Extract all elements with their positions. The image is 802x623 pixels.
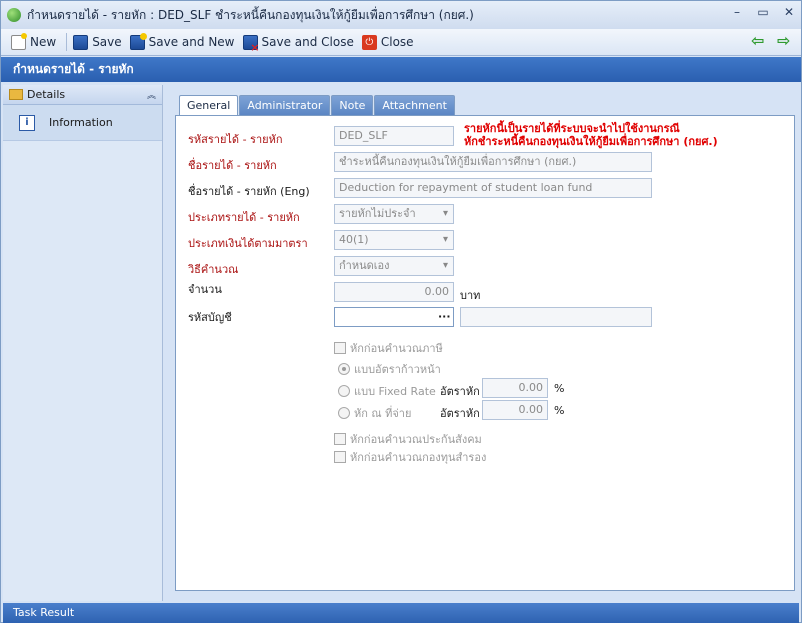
sidebar-item-label: Information: [49, 116, 113, 129]
tab-administrator[interactable]: Administrator: [239, 95, 331, 115]
section-label: ประเภทเงินได้ตามมาตรา: [188, 237, 308, 250]
main-content: General Administrator Note Attachment รห…: [165, 85, 799, 601]
name-eng-label: ชื่อรายได้ - รายหัก (Eng): [188, 185, 310, 198]
withhold-rate-label: อัตราหัก: [440, 407, 480, 420]
sidebar: Details ︽ i Information: [3, 85, 163, 601]
fixed-rate-label: อัตราหัก: [440, 385, 480, 398]
sidebar-section-label: Details: [27, 88, 66, 101]
withhold-rate-field[interactable]: 0.00: [482, 400, 548, 420]
code-label: รหัสรายได้ - รายหัก: [188, 133, 283, 146]
name-field[interactable]: ชำระหนี้คืนกองทุนเงินให้กู้ยืมเพื่อการศึ…: [334, 152, 652, 172]
account-name-field[interactable]: [460, 307, 652, 327]
tab-strip: General Administrator Note Attachment: [179, 95, 455, 116]
browse-button[interactable]: ···: [438, 310, 451, 323]
info-icon: i: [19, 114, 35, 131]
save-button[interactable]: Save: [71, 31, 127, 53]
toolbar: New Save Save and New Save and Close ⏻ C…: [1, 29, 801, 56]
fixed-rate-percent: %: [554, 382, 565, 395]
sidebar-item-information[interactable]: i Information: [3, 105, 162, 141]
name-label: ชื่อรายได้ - รายหัก: [188, 159, 277, 172]
tax-before-label: หักก่อนคำนวณภาษี: [350, 342, 443, 355]
name-eng-field[interactable]: Deduction for repayment of student loan …: [334, 178, 652, 198]
fixed-rate-field[interactable]: 0.00: [482, 378, 548, 398]
save-and-new-label: Save and New: [148, 35, 235, 49]
minimize-button[interactable]: –: [729, 5, 745, 19]
close-icon: ⏻: [361, 34, 377, 50]
general-panel: รหัสรายได้ - รายหัก DED_SLF รายหักนี้เป็…: [175, 115, 795, 591]
warning-text: รายหักนี้เป็นรายได้ที่ระบบจะนำไปใช้งานกร…: [464, 122, 718, 148]
section-select[interactable]: 40(1): [334, 230, 454, 250]
title-bar: กำหนดรายได้ - รายหัก : DED_SLF ชำระหนี้ค…: [1, 1, 801, 29]
radio-withholding[interactable]: หัก ณ ที่จ่าย: [338, 404, 411, 422]
calc-method-label: วิธีคำนวณ: [188, 263, 239, 276]
toolbar-separator: [66, 33, 68, 51]
save-label: Save: [92, 35, 122, 49]
radio-fixed-label: แบบ Fixed Rate: [354, 385, 436, 398]
new-label: New: [30, 35, 57, 49]
withhold-rate-percent: %: [554, 404, 565, 417]
save-and-new-button[interactable]: Save and New: [128, 31, 241, 53]
arrow-left-icon[interactable]: ⇦: [751, 33, 767, 49]
warning-line-1: รายหักนี้เป็นรายได้ที่ระบบจะนำไปใช้งานกร…: [464, 122, 680, 135]
new-button[interactable]: New: [9, 31, 62, 53]
window: กำหนดรายได้ - รายหัก : DED_SLF ชำระหนี้ค…: [0, 0, 802, 623]
calc-method-select[interactable]: กำหนดเอง: [334, 256, 454, 276]
tax-before-checkbox[interactable]: หักก่อนคำนวณภาษี: [334, 339, 443, 357]
close-window-button[interactable]: ✕: [781, 5, 797, 19]
close-button[interactable]: ⏻ Close: [360, 31, 420, 53]
collapse-chevron-icon[interactable]: ︽: [147, 88, 156, 101]
pf-before-label: หักก่อนคำนวณกองทุนสำรอง: [350, 451, 487, 464]
window-title: กำหนดรายได้ - รายหัก : DED_SLF ชำระหนี้ค…: [27, 7, 474, 22]
folder-icon: [9, 89, 23, 100]
sso-before-checkbox[interactable]: หักก่อนคำนวณประกันสังคม: [334, 430, 482, 448]
tab-note[interactable]: Note: [331, 95, 374, 115]
account-code-field[interactable]: [334, 307, 454, 327]
type-select[interactable]: รายหักไม่ประจำ: [334, 204, 454, 224]
close-label: Close: [380, 35, 414, 49]
save-new-icon: [129, 32, 147, 50]
floppy-disk-icon: [73, 34, 89, 50]
radio-progressive[interactable]: แบบอัตราก้าวหน้า: [338, 360, 441, 378]
save-and-close-label: Save and Close: [261, 35, 354, 49]
warning-line-2: หักชำระหนี้คืนกองทุนเงินให้กู้ยืมเพื่อกา…: [464, 135, 718, 148]
page-title: กำหนดรายได้ - รายหัก: [1, 57, 801, 82]
radio-withhold-label: หัก ณ ที่จ่าย: [354, 407, 412, 420]
amount-field[interactable]: 0.00: [334, 282, 454, 302]
sso-before-label: หักก่อนคำนวณประกันสังคม: [350, 433, 482, 446]
task-result-bar[interactable]: Task Result: [3, 603, 799, 623]
new-document-icon: [11, 32, 27, 50]
amount-unit: บาท: [460, 289, 481, 302]
pf-before-checkbox[interactable]: หักก่อนคำนวณกองทุนสำรอง: [334, 448, 486, 466]
amount-label: จำนวน: [188, 283, 222, 296]
save-and-close-button[interactable]: Save and Close: [241, 31, 360, 54]
tab-attachment[interactable]: Attachment: [374, 95, 455, 115]
radio-progressive-label: แบบอัตราก้าวหน้า: [354, 363, 441, 376]
app-icon: [7, 8, 21, 22]
arrow-right-icon[interactable]: ⇨: [777, 33, 793, 49]
tab-general[interactable]: General: [179, 95, 239, 116]
radio-fixed-rate[interactable]: แบบ Fixed Rate: [338, 382, 436, 400]
account-code-label: รหัสบัญชี: [188, 311, 232, 324]
code-field[interactable]: DED_SLF: [334, 126, 454, 146]
type-label: ประเภทรายได้ - รายหัก: [188, 211, 300, 224]
maximize-button[interactable]: ▭: [755, 5, 771, 19]
sidebar-section-details[interactable]: Details ︽: [3, 85, 162, 105]
save-close-icon: [242, 34, 260, 54]
